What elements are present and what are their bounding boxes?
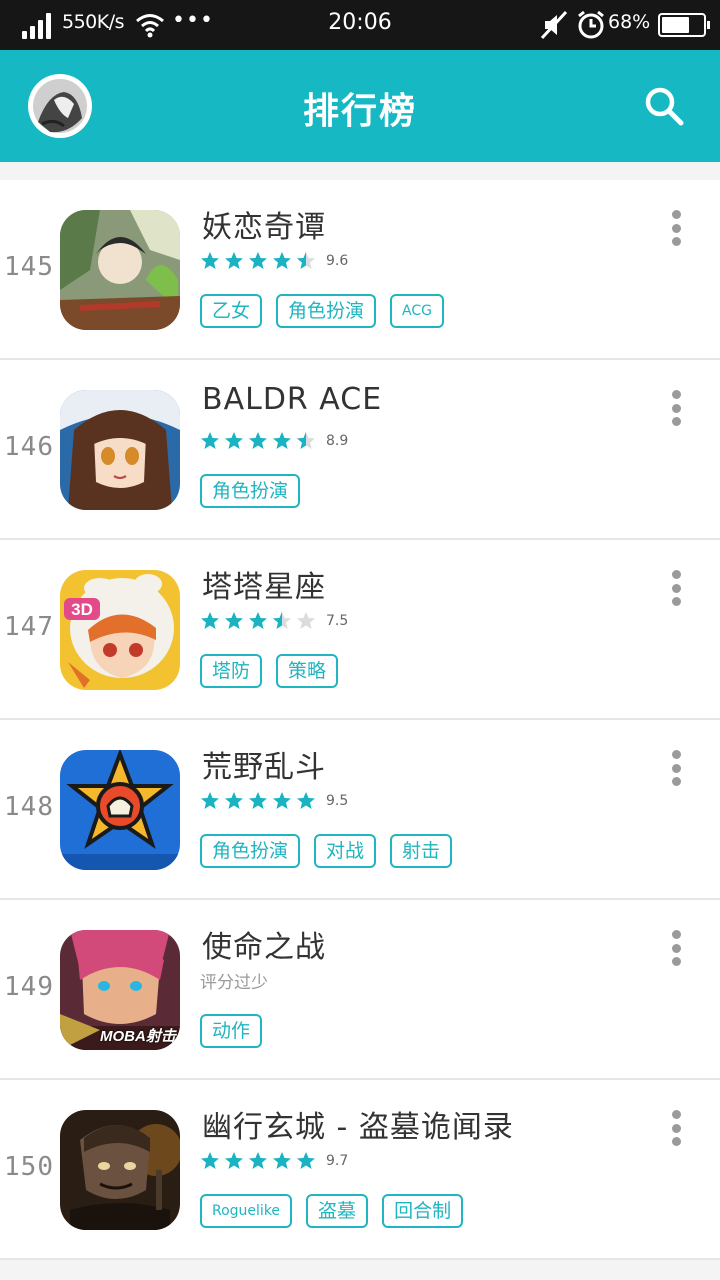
- rank-number: 150: [4, 1152, 54, 1182]
- rating-star-icon: [200, 251, 224, 271]
- app-row[interactable]: 148 荒野乱斗 9.5 角色扮演 对战 射击: [0, 720, 720, 900]
- rating-star-icon: [296, 1151, 320, 1171]
- rating-star-icon: [296, 251, 320, 271]
- more-options-icon[interactable]: [662, 930, 690, 966]
- rating-star-icon: [248, 251, 272, 271]
- search-icon[interactable]: [642, 84, 686, 128]
- more-options-icon[interactable]: [662, 390, 690, 426]
- rating-stars: 9.5: [200, 790, 348, 812]
- category-tag[interactable]: 射击: [390, 834, 453, 868]
- app-name[interactable]: 幽行玄城 - 盗墓诡闻录: [202, 1102, 514, 1146]
- rank-number: 145: [4, 252, 54, 282]
- rating-stars: 8.9: [200, 430, 348, 452]
- tag-list: 角色扮演 对战 射击: [200, 834, 466, 868]
- category-tag[interactable]: ACG: [390, 294, 444, 328]
- shiming-icon[interactable]: MOBA射击: [60, 930, 180, 1050]
- rating-star-icon: [248, 431, 272, 451]
- rating-star-icon: [248, 1151, 272, 1171]
- app-row[interactable]: 150 幽行玄城 - 盗墓诡闻录 9.7 Roguelike 盗墓 回合制: [0, 1080, 720, 1260]
- youxing-icon[interactable]: [60, 1110, 180, 1230]
- rating-stars: 9.7: [200, 1150, 348, 1172]
- rating-score: 7.5: [326, 613, 349, 629]
- tag-list: 动作: [200, 1014, 276, 1048]
- more-options-icon[interactable]: [662, 570, 690, 606]
- brawl-icon[interactable]: [60, 750, 180, 870]
- rating-stars: 7.5: [200, 610, 348, 632]
- rank-number: 148: [4, 792, 54, 822]
- rank-number: 146: [4, 432, 54, 462]
- rating-star-icon: [200, 431, 224, 451]
- rating-stars: 9.6: [200, 250, 348, 272]
- app-name[interactable]: 使命之战: [202, 922, 326, 966]
- tag-list: 乙女 角色扮演 ACG: [200, 294, 458, 328]
- rating-star-icon: [272, 251, 296, 271]
- battery-percent: 68%: [608, 11, 651, 33]
- rating-star-icon: [200, 791, 224, 811]
- rank-number: 147: [4, 612, 54, 642]
- tag-list: 角色扮演: [200, 474, 314, 508]
- rank-number: 149: [4, 972, 54, 1002]
- category-tag[interactable]: 回合制: [382, 1194, 464, 1228]
- more-options-icon[interactable]: [662, 210, 690, 246]
- rating-star-icon: [224, 251, 248, 271]
- category-tag[interactable]: 策略: [276, 654, 339, 688]
- battery-level: [662, 17, 690, 33]
- mute-icon: [540, 10, 568, 40]
- app-header: 排行榜: [0, 50, 720, 162]
- category-tag[interactable]: 角色扮演: [200, 474, 301, 508]
- battery-icon: [658, 13, 710, 37]
- category-tag[interactable]: 动作: [200, 1014, 263, 1048]
- rating-star-icon: [224, 791, 248, 811]
- category-tag[interactable]: Roguelike: [200, 1194, 293, 1228]
- status-bar: 550K/s ••• 20:06 68%: [0, 0, 720, 50]
- rating-star-icon: [224, 611, 248, 631]
- rating-star-icon: [200, 1151, 224, 1171]
- rating-score: 8.9: [326, 433, 349, 449]
- app-name[interactable]: 荒野乱斗: [202, 742, 326, 786]
- tag-list: Roguelike 盗墓 回合制: [200, 1194, 477, 1228]
- rating-star-icon: [272, 431, 296, 451]
- rating-score: 9.5: [326, 793, 349, 809]
- rating-score: 9.6: [326, 253, 349, 269]
- rating-star-icon: [200, 611, 224, 631]
- app-row[interactable]: 146 BALDR ACE 8.9 角色扮演: [0, 360, 720, 540]
- ranking-list: 145 妖恋奇谭 9.6 乙女 角色扮演 ACG 146 BALDR ACE 8.9 角色扮演 14…: [0, 180, 720, 1260]
- rating-star-icon: [296, 791, 320, 811]
- app-name[interactable]: 塔塔星座: [202, 562, 326, 606]
- app-row[interactable]: 145 妖恋奇谭 9.6 乙女 角色扮演 ACG: [0, 180, 720, 360]
- category-tag[interactable]: 角色扮演: [200, 834, 301, 868]
- app-name[interactable]: BALDR ACE: [202, 382, 382, 417]
- category-tag[interactable]: 角色扮演: [276, 294, 377, 328]
- rating-star-icon: [272, 1151, 296, 1171]
- rating-star-icon: [248, 791, 272, 811]
- baldr-icon[interactable]: [60, 390, 180, 510]
- tata-icon[interactable]: 3D: [60, 570, 180, 690]
- tag-list: 塔防 策略: [200, 654, 352, 688]
- rating-star-icon: [296, 611, 320, 631]
- category-tag[interactable]: 盗墓: [306, 1194, 369, 1228]
- rating-text: 评分过少: [200, 973, 268, 993]
- app-row[interactable]: 149 MOBA射击 使命之战评分过少动作: [0, 900, 720, 1080]
- yaolian-icon[interactable]: [60, 210, 180, 330]
- alarm-icon: [578, 10, 604, 39]
- category-tag[interactable]: 乙女: [200, 294, 263, 328]
- icon-caption: MOBA射击: [100, 1028, 176, 1045]
- rating-star-icon: [248, 611, 272, 631]
- category-tag[interactable]: 塔防: [200, 654, 263, 688]
- category-tag[interactable]: 对战: [314, 834, 377, 868]
- svg-text:3D: 3D: [71, 600, 93, 619]
- more-options-icon[interactable]: [662, 1110, 690, 1146]
- rating-star-icon: [224, 431, 248, 451]
- rating-star-icon: [272, 611, 296, 631]
- rating-score: 9.7: [326, 1153, 349, 1169]
- rating-star-icon: [224, 1151, 248, 1171]
- app-row[interactable]: 147 3D 塔塔星座 7.5 塔防 策略: [0, 540, 720, 720]
- page-title: 排行榜: [302, 91, 417, 132]
- rating-star-icon: [296, 431, 320, 451]
- more-options-icon[interactable]: [662, 750, 690, 786]
- app-name[interactable]: 妖恋奇谭: [202, 202, 326, 246]
- rating-star-icon: [272, 791, 296, 811]
